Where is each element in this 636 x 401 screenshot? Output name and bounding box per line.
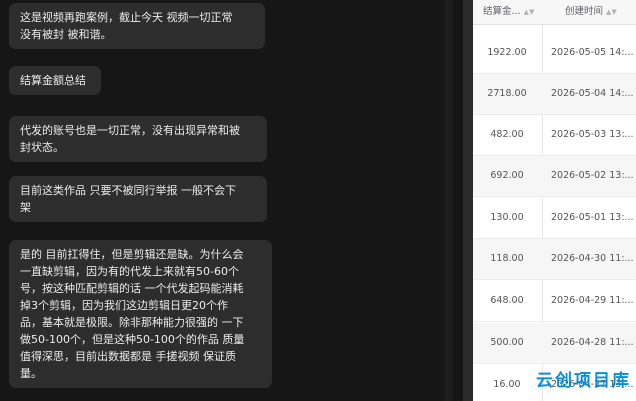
- chat-message: 这是视频再跑案例，截止今天 视频一切正常 没有被封 被和谐。: [9, 3, 265, 49]
- panel-divider: [463, 0, 473, 401]
- time-cell: 2026-05-01 13:...: [551, 212, 634, 223]
- time-cell: 2026-05-03 13:...: [551, 129, 634, 140]
- amount-cell: 482.00: [490, 129, 524, 140]
- amount-cell: 1922.00: [487, 47, 527, 58]
- table-row[interactable]: 130.00 2026-05-01 13:...: [473, 198, 636, 239]
- column-header-amount[interactable]: 结算金... ▲▼: [483, 0, 534, 24]
- amount-cell: 692.00: [490, 170, 524, 181]
- table-row[interactable]: 118.00 2026-04-30 11:...: [473, 239, 636, 280]
- amount-cell: 16.00: [493, 379, 521, 390]
- sort-icon[interactable]: ▲▼: [524, 8, 535, 16]
- table-row[interactable]: 1922.00 2026-05-05 14:...: [473, 33, 636, 74]
- chat-message: 目前这类作品 只要不被同行举报 一般不会下 架: [9, 176, 267, 222]
- time-cell: 2026-04-30 11:...: [551, 253, 634, 264]
- amount-cell: 648.00: [490, 295, 524, 306]
- table-row[interactable]: 500.00 2026-04-28 11:...: [473, 323, 636, 364]
- amount-cell: 2718.00: [487, 88, 527, 99]
- chat-message: 结算金额总结: [9, 66, 101, 95]
- amount-cell: 118.00: [490, 253, 524, 264]
- time-cell: 2026-05-05 14:...: [551, 47, 634, 58]
- table-row[interactable]: 482.00 2026-05-03 13:...: [473, 115, 636, 156]
- time-cell: 2026-05-04 14:...: [551, 88, 634, 99]
- amount-cell: 130.00: [490, 212, 524, 223]
- table-row[interactable]: 692.00 2026-05-02 13:...: [473, 156, 636, 197]
- chat-message: 代发的账号也是一切正常，没有出现异常和被 封状态。: [9, 116, 267, 162]
- time-cell: 2026-04-28 11:...: [551, 337, 634, 348]
- sort-icon[interactable]: ▲▼: [606, 8, 617, 16]
- table-row[interactable]: 648.00 2026-04-29 11:...: [473, 281, 636, 322]
- chat-panel: 这是视频再跑案例，截止今天 视频一切正常 没有被封 被和谐。 结算金额总结 代发…: [0, 0, 463, 401]
- table-row[interactable]: 2718.00 2026-05-04 14:...: [473, 74, 636, 115]
- chat-scrollbar[interactable]: [445, 0, 453, 401]
- time-cell: 2026-05-02 13:...: [551, 170, 634, 181]
- amount-cell: 500.00: [490, 337, 524, 348]
- watermark-logo: 云创项目库: [536, 371, 631, 391]
- time-cell: 2026-04-29 11:...: [551, 295, 634, 306]
- column-header-time[interactable]: 创建时间 ▲▼: [565, 0, 617, 24]
- settlement-table: 结算金... ▲▼ 创建时间 ▲▼ 1922.00 2026-05-05 14:..…: [473, 0, 636, 401]
- chat-message: 是的 目前扛得住，但是剪辑还是缺。为什么会 一直缺剪辑，因为有的代发上来就有50…: [9, 240, 272, 388]
- table-header: 结算金... ▲▼ 创建时间 ▲▼: [473, 0, 636, 25]
